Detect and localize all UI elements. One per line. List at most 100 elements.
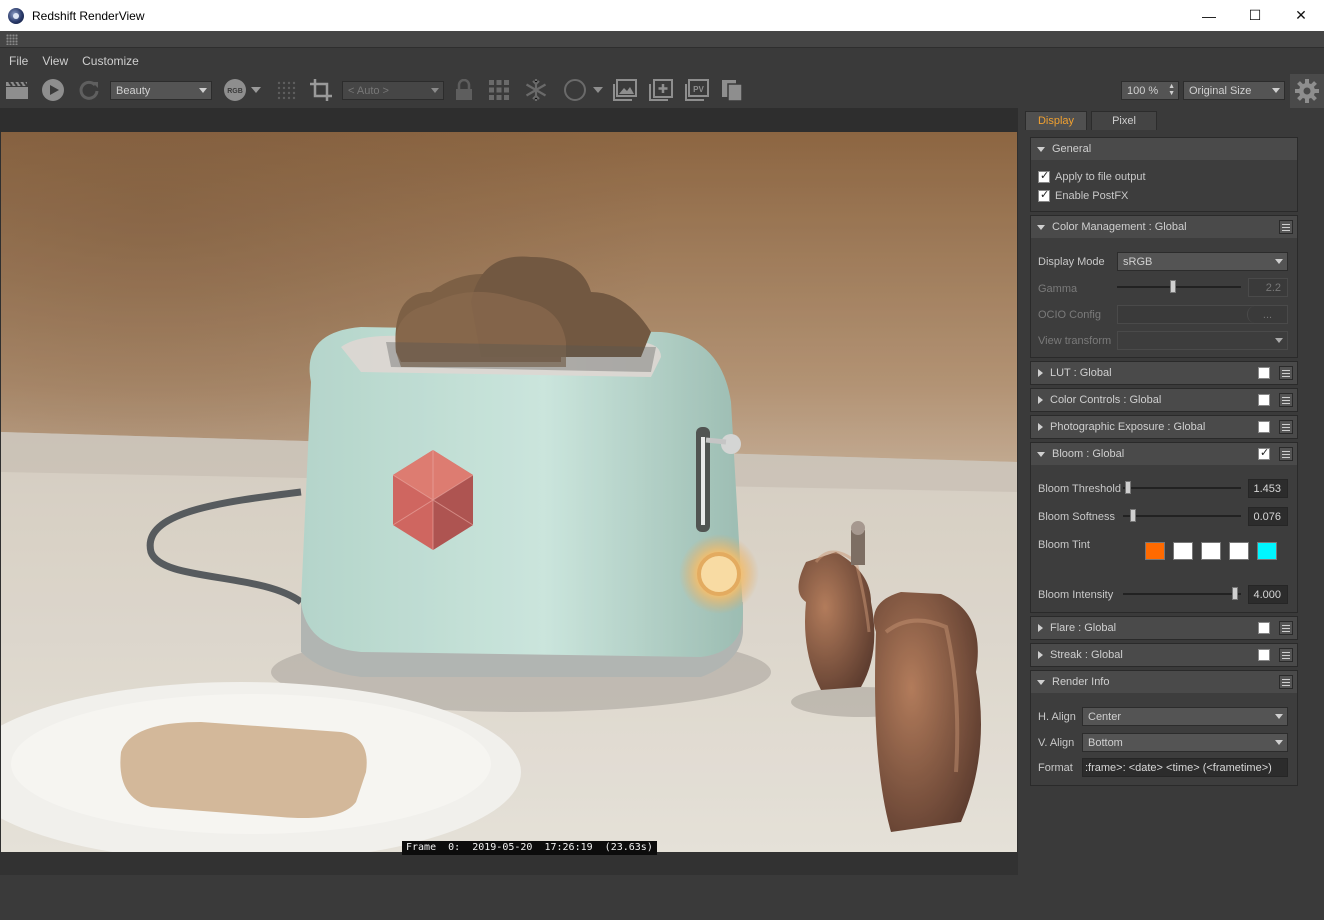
- section-menu-icon[interactable]: [1279, 393, 1293, 407]
- view-transform-select[interactable]: [1117, 331, 1288, 350]
- enable-postfx-row[interactable]: Enable PostFX: [1038, 188, 1129, 202]
- menu-file[interactable]: File: [2, 54, 35, 68]
- render-image[interactable]: [1, 132, 1017, 852]
- format-field[interactable]: :frame>: <date> <time> (<frametime>): [1082, 758, 1288, 777]
- bloom-softness-knob[interactable]: [1130, 509, 1136, 522]
- bloom-tint-swatch[interactable]: [1229, 542, 1249, 560]
- section-title: Render Info: [1052, 676, 1110, 688]
- maximize-button[interactable]: ☐: [1232, 0, 1278, 31]
- svg-text:PV: PV: [693, 85, 704, 94]
- section-menu-icon[interactable]: [1279, 621, 1293, 635]
- general-header[interactable]: General: [1031, 138, 1297, 160]
- bloom-threshold-slider[interactable]: [1123, 481, 1241, 494]
- rgb-channel-icon[interactable]: RGB: [223, 78, 247, 102]
- channel-dropdown-icon[interactable]: [250, 78, 262, 102]
- size-select[interactable]: Original Size: [1183, 81, 1285, 100]
- bloom-tint-swatch[interactable]: [1201, 542, 1221, 560]
- bloom-tint-swatch[interactable]: [1145, 542, 1165, 560]
- save-image-icon[interactable]: [612, 78, 638, 102]
- section-menu-icon[interactable]: [1279, 220, 1293, 234]
- snowflake-freeze-icon[interactable]: [523, 78, 549, 102]
- color-controls-header[interactable]: Color Controls : Global: [1031, 389, 1297, 411]
- clapperboard-icon[interactable]: [4, 78, 30, 102]
- snapshot-dropdown-icon[interactable]: [592, 78, 604, 102]
- bloom-enable-checkbox[interactable]: [1258, 446, 1270, 460]
- expand-arrow-icon: [1037, 224, 1045, 230]
- minimize-button[interactable]: —: [1186, 0, 1232, 31]
- dotted-grid-icon[interactable]: [275, 78, 297, 102]
- section-menu-icon[interactable]: [1279, 366, 1293, 380]
- bloom-tint-swatch[interactable]: [1173, 542, 1193, 560]
- lut-enable-checkbox[interactable]: [1258, 367, 1270, 379]
- region-select[interactable]: < Auto >: [342, 81, 444, 100]
- render-viewport[interactable]: [0, 108, 1018, 875]
- h-align-select[interactable]: Center: [1082, 707, 1288, 726]
- bloom-threshold-field[interactable]: 1.453: [1248, 479, 1288, 498]
- flare-enable-checkbox[interactable]: [1258, 622, 1270, 634]
- lut-header[interactable]: LUT : Global: [1031, 362, 1297, 384]
- crop-icon[interactable]: [308, 78, 334, 102]
- ocio-browse-button[interactable]: ...: [1247, 306, 1287, 323]
- tab-display[interactable]: Display: [1025, 111, 1087, 130]
- view-transform-label: View transform: [1038, 335, 1112, 347]
- menu-view[interactable]: View: [35, 54, 75, 68]
- apply-to-file-output-label: Apply to file output: [1055, 171, 1146, 183]
- enable-postfx-label: Enable PostFX: [1055, 190, 1129, 202]
- bloom-threshold-label: Bloom Threshold: [1038, 483, 1121, 495]
- settings-gear-icon[interactable]: [1290, 74, 1324, 108]
- bloom-softness-field[interactable]: 0.076: [1248, 507, 1288, 526]
- flare-header[interactable]: Flare : Global: [1031, 617, 1297, 639]
- bucket-grid-icon[interactable]: [487, 78, 511, 102]
- copy-image-icon[interactable]: [719, 78, 745, 102]
- ocio-config-field[interactable]: ...: [1117, 305, 1288, 324]
- bloom-softness-slider[interactable]: [1123, 509, 1241, 522]
- photographic-exposure-header[interactable]: Photographic Exposure : Global: [1031, 416, 1297, 438]
- bloom-intensity-field[interactable]: 4.000: [1248, 585, 1288, 604]
- photographic-exposure-enable-checkbox[interactable]: [1258, 421, 1270, 433]
- gamma-field[interactable]: 2.2: [1248, 278, 1288, 297]
- viewport-bottom-strip: [0, 852, 1018, 875]
- color-controls-section: Color Controls : Global: [1030, 388, 1298, 412]
- snapshot-circle-icon[interactable]: [562, 78, 588, 102]
- aov-select[interactable]: Beauty: [110, 81, 212, 100]
- play-render-icon[interactable]: [40, 78, 66, 102]
- enable-postfx-checkbox[interactable]: [1038, 188, 1050, 202]
- bloom-intensity-slider[interactable]: [1123, 587, 1241, 600]
- section-menu-icon[interactable]: [1279, 675, 1293, 689]
- apply-to-file-output-checkbox[interactable]: [1038, 169, 1050, 183]
- streak-header[interactable]: Streak : Global: [1031, 644, 1297, 666]
- render-info-header[interactable]: Render Info: [1031, 671, 1297, 693]
- bloom-header[interactable]: Bloom : Global: [1031, 443, 1297, 465]
- lock-icon[interactable]: [453, 78, 475, 102]
- close-button[interactable]: ✕: [1278, 0, 1324, 31]
- section-menu-icon[interactable]: [1279, 420, 1293, 434]
- collapse-arrow-icon: [1038, 651, 1043, 659]
- bloom-tint-swatch[interactable]: [1257, 542, 1277, 560]
- picture-viewer-icon[interactable]: PV: [684, 78, 710, 102]
- color-controls-enable-checkbox[interactable]: [1258, 394, 1270, 406]
- section-menu-icon[interactable]: [1279, 648, 1293, 662]
- gamma-slider-knob[interactable]: [1170, 280, 1176, 293]
- gamma-slider[interactable]: [1117, 280, 1241, 293]
- bloom-tint-label: Bloom Tint: [1038, 539, 1090, 551]
- photographic-exposure-section: Photographic Exposure : Global: [1030, 415, 1298, 439]
- toolbar-grip[interactable]: [0, 31, 1324, 48]
- bloom-threshold-knob[interactable]: [1125, 481, 1131, 494]
- section-title: LUT : Global: [1050, 367, 1112, 379]
- tab-pixel[interactable]: Pixel: [1091, 111, 1157, 130]
- color-management-header[interactable]: Color Management : Global: [1031, 216, 1297, 238]
- zoom-field[interactable]: 100 % ▲ ▼: [1121, 81, 1179, 100]
- zoom-spinner-icon[interactable]: ▲ ▼: [1168, 83, 1175, 97]
- refresh-icon[interactable]: [77, 78, 101, 102]
- bloom-intensity-knob[interactable]: [1232, 587, 1238, 600]
- section-menu-icon[interactable]: [1279, 447, 1293, 461]
- display-mode-select[interactable]: sRGB: [1117, 252, 1288, 271]
- menu-customize[interactable]: Customize: [75, 54, 146, 68]
- streak-enable-checkbox[interactable]: [1258, 649, 1270, 661]
- collapse-arrow-icon: [1038, 423, 1043, 431]
- postfx-panel: Display Pixel General Apply to file outp…: [1019, 108, 1324, 875]
- v-align-select[interactable]: Bottom: [1082, 733, 1288, 752]
- add-snapshot-icon[interactable]: [648, 78, 674, 102]
- status-bar: [0, 875, 1324, 920]
- apply-to-file-output-row[interactable]: Apply to file output: [1038, 169, 1146, 183]
